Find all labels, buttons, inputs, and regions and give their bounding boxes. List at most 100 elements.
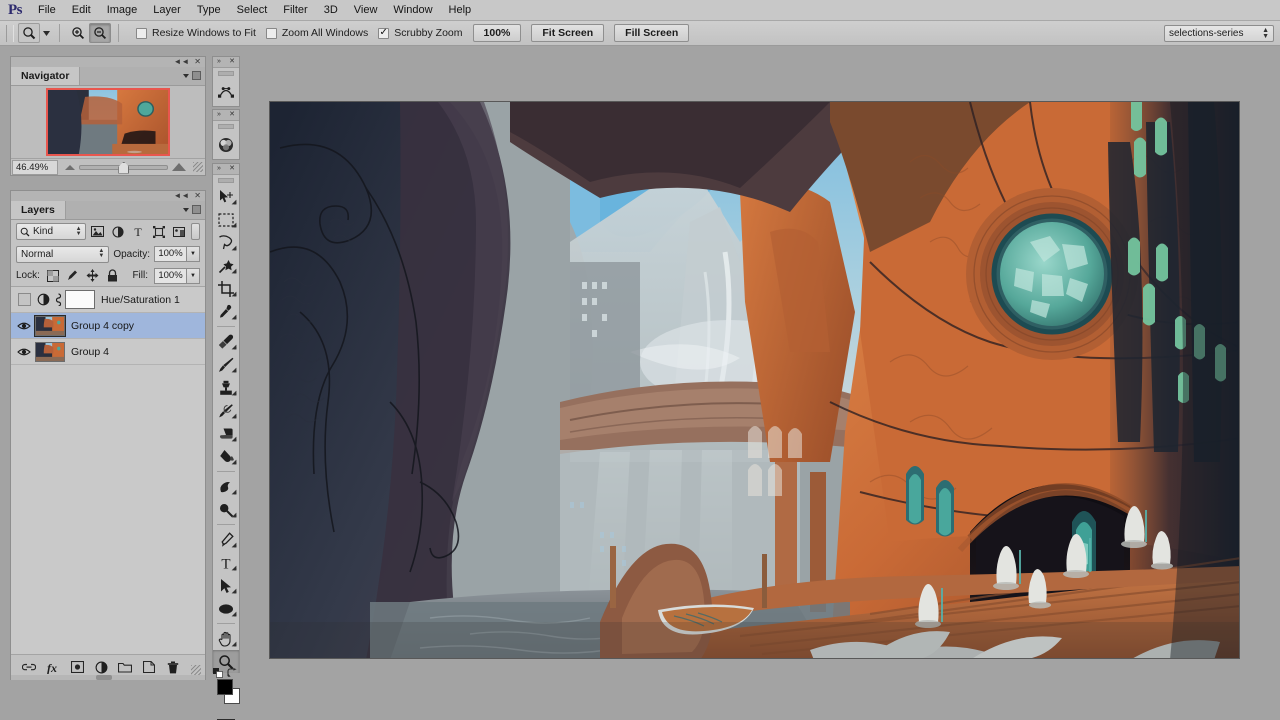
menu-item-edit[interactable]: Edit (64, 0, 99, 21)
tool-spot-healing-brush[interactable] (213, 330, 239, 353)
new-adjustment-layer-icon[interactable] (94, 660, 109, 675)
layer-name[interactable]: Group 4 copy (71, 320, 134, 332)
table-row[interactable]: Hue/Saturation 1 (11, 287, 205, 313)
tab-navigator[interactable]: Navigator (11, 67, 81, 85)
panel-menu-button[interactable] (183, 205, 201, 214)
panel-resize-grip[interactable] (193, 162, 203, 172)
menu-item-type[interactable]: Type (189, 0, 229, 21)
collapse-icon[interactable]: ◄◄ (173, 58, 189, 66)
paths-icon[interactable] (213, 78, 239, 106)
close-icon[interactable]: ✕ (229, 58, 235, 66)
link-layers-icon[interactable] (22, 660, 37, 675)
scrubby-zoom-checkbox[interactable]: ✓ Scrubby Zoom (378, 27, 463, 39)
shape-filter-icon[interactable] (151, 223, 167, 240)
fill-input[interactable]: 100% (154, 267, 187, 284)
layer-thumbnail[interactable] (35, 341, 65, 362)
layer-name[interactable]: Group 4 (71, 346, 109, 358)
tool-crop[interactable] (213, 277, 239, 300)
menu-item-3d[interactable]: 3D (316, 0, 346, 21)
zoom-100-percent-button[interactable]: 100% (472, 24, 522, 42)
tab-layers[interactable]: Layers (11, 201, 66, 219)
layer-filter-kind-select[interactable]: Kind ▲ ▼ (16, 223, 86, 240)
layer-visibility-toggle[interactable] (13, 293, 35, 306)
layer-filter-enable-toggle[interactable] (191, 223, 200, 240)
layer-list[interactable]: Hue/Saturation 1 Group 4 copy Group 4 (11, 287, 205, 655)
new-layer-icon[interactable] (142, 660, 157, 675)
close-icon[interactable]: ✕ (194, 192, 201, 200)
zoom-level-input[interactable]: 46.49% (12, 159, 58, 175)
collapse-icon[interactable]: » (217, 165, 221, 173)
opacity-input[interactable]: 100% (154, 246, 187, 262)
table-row[interactable]: Group 4 (11, 339, 205, 365)
adjustments-panel-collapsed[interactable]: » ✕ (212, 109, 240, 160)
tool-gradient[interactable] (213, 445, 239, 468)
tool-lasso[interactable] (213, 231, 239, 254)
options-bar-grip[interactable] (6, 24, 14, 42)
add-layer-mask-icon[interactable] (70, 660, 85, 675)
tool-type[interactable]: T (213, 551, 239, 574)
foreground-color-swatch[interactable] (217, 679, 233, 695)
navigator-thumbnail[interactable] (46, 88, 170, 156)
tool-blur[interactable] (213, 475, 239, 498)
tool-move[interactable] (213, 185, 239, 208)
menu-item-window[interactable]: Window (385, 0, 440, 21)
tool-dodge[interactable] (213, 498, 239, 521)
slider-knob[interactable] (118, 161, 130, 174)
quick-mask-icon[interactable] (213, 715, 239, 720)
tool-brush[interactable] (213, 353, 239, 376)
tool-clone-stamp[interactable] (213, 376, 239, 399)
tool-eyedropper[interactable] (213, 300, 239, 323)
collapse-icon[interactable]: » (217, 58, 221, 66)
close-icon[interactable]: ✕ (194, 58, 201, 66)
layer-mask-link-icon[interactable] (51, 293, 65, 306)
resize-windows-to-fit-checkbox[interactable]: Resize Windows to Fit (136, 27, 256, 39)
tool-rectangular-marquee[interactable] (213, 208, 239, 231)
adjustment-filter-icon[interactable] (110, 223, 126, 240)
tool-eraser[interactable] (213, 422, 239, 445)
table-row[interactable]: Group 4 copy (11, 313, 205, 339)
swap-colors-icon[interactable] (227, 668, 237, 678)
menu-item-image[interactable]: Image (99, 0, 146, 21)
layer-mask-thumbnail[interactable] (65, 290, 95, 309)
tool-path-selection[interactable] (213, 574, 239, 597)
new-group-icon[interactable] (118, 660, 133, 675)
lock-all-icon[interactable] (106, 269, 120, 283)
layer-thumbnail[interactable] (34, 314, 66, 337)
zoom-in-icon[interactable] (67, 23, 89, 43)
layer-name[interactable]: Hue/Saturation 1 (101, 294, 180, 306)
tool-ellipse-shape[interactable] (213, 597, 239, 620)
collapse-icon[interactable]: » (217, 111, 221, 119)
zoom-out-icon[interactable] (89, 23, 111, 43)
layer-visibility-toggle[interactable] (13, 347, 35, 357)
menu-item-select[interactable]: Select (229, 0, 276, 21)
close-icon[interactable]: ✕ (229, 165, 235, 173)
tool-preset-chevron-down-icon[interactable] (40, 23, 52, 43)
layer-visibility-toggle[interactable] (13, 321, 35, 331)
menu-item-view[interactable]: View (346, 0, 386, 21)
menu-item-filter[interactable]: Filter (275, 0, 315, 21)
type-filter-icon[interactable]: T (130, 223, 146, 240)
zoom-out-mountain-icon[interactable] (65, 164, 75, 170)
workspace-selector[interactable]: selections-series ▲ ▼ (1164, 25, 1274, 42)
menu-item-help[interactable]: Help (441, 0, 480, 21)
panel-menu-button[interactable] (183, 71, 201, 80)
horizontal-scrollbar[interactable] (11, 675, 205, 680)
navigator-preview-area[interactable] (11, 86, 205, 158)
paths-panel-collapsed[interactable]: » ✕ (212, 56, 240, 107)
blend-mode-select[interactable]: Normal ▲ ▼ (16, 245, 110, 263)
fill-dropdown-icon[interactable]: ▼ (187, 267, 200, 284)
fit-screen-button[interactable]: Fit Screen (531, 24, 605, 42)
fill-screen-button[interactable]: Fill Screen (614, 24, 690, 42)
tool-pen[interactable] (213, 528, 239, 551)
lock-image-pixels-icon[interactable] (66, 269, 80, 283)
current-tool-icon[interactable] (18, 23, 40, 43)
default-colors-icon[interactable] (213, 668, 223, 678)
tool-magic-wand[interactable] (213, 254, 239, 277)
panel-resize-grip[interactable] (191, 665, 201, 675)
zoom-in-mountain-icon[interactable] (172, 163, 186, 171)
adjustments-icon[interactable] (213, 131, 239, 159)
opacity-dropdown-icon[interactable]: ▼ (187, 246, 200, 262)
zoom-all-windows-checkbox[interactable]: Zoom All Windows (265, 27, 368, 39)
menu-item-file[interactable]: File (30, 0, 64, 21)
delete-layer-icon[interactable] (166, 660, 181, 675)
